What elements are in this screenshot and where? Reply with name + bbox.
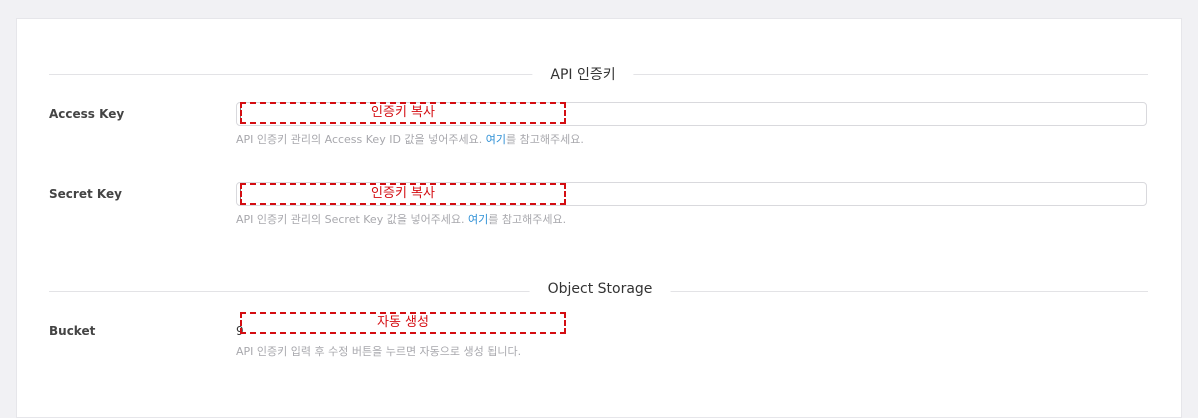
access-key-annotation: 인증키 복사 <box>240 102 566 124</box>
access-key-hint-suffix: 를 참고해주세요. <box>506 133 584 146</box>
bucket-annotation: 자동 생성 <box>240 312 566 334</box>
secret-key-help-link[interactable]: 여기 <box>468 213 488 226</box>
secret-key-label: Secret Key <box>49 187 122 201</box>
secret-key-hint-suffix: 를 참고해주세요. <box>488 213 567 226</box>
secret-key-hint: API 인증키 관리의 Secret Key 값을 넣어주세요. 여기를 참고해… <box>236 211 566 227</box>
bucket-hint: API 인증키 입력 후 수정 버튼을 누르면 자동으로 생성 됩니다. <box>236 345 522 358</box>
api-section-title: API 인증키 <box>532 64 634 84</box>
access-key-label: Access Key <box>49 107 125 121</box>
secret-key-annotation: 인증키 복사 <box>240 183 566 205</box>
api-section-header: API 인증키 <box>49 64 1148 84</box>
bucket-label: Bucket <box>49 324 96 338</box>
settings-card: API 인증키 Access Key API 인증키 관리의 Access Ke… <box>16 18 1182 418</box>
secret-key-hint-text: API 인증키 관리의 Secret Key 값을 넣어주세요. <box>236 213 469 226</box>
access-key-help-link[interactable]: 여기 <box>486 133 506 146</box>
storage-section-title: Object Storage <box>529 281 671 297</box>
access-key-hint-text: API 인증키 관리의 Access Key ID 값을 넣어주세요. <box>236 133 486 146</box>
storage-section-header: Object Storage <box>49 281 1148 301</box>
access-key-hint: API 인증키 관리의 Access Key ID 값을 넣어주세요. 여기를 … <box>236 131 584 147</box>
